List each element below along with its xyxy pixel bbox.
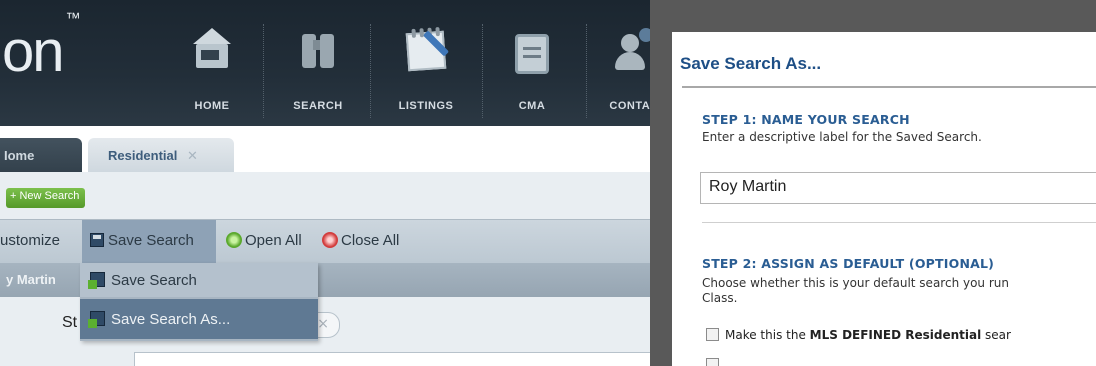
close-all-button[interactable]: Close All <box>322 232 399 249</box>
search-name-label: y Martin <box>6 272 56 287</box>
menu-item-label: Save Search <box>111 272 197 289</box>
dialog-title: Save Search As... <box>680 54 822 73</box>
app-logo[interactable]: on™ <box>2 10 81 85</box>
nav-home-label: HOME <box>194 100 230 112</box>
nav-search-label: SEARCH <box>293 100 343 112</box>
nav-listings-label: LISTINGS <box>398 100 454 112</box>
step2-description: Choose whether this is your default sear… <box>702 276 1009 305</box>
criteria-field[interactable] <box>134 352 654 366</box>
nav-separator <box>263 24 264 118</box>
save-icon <box>88 272 105 289</box>
step2-heading: STEP 2: ASSIGN AS DEFAULT (OPTIONAL) <box>702 256 995 271</box>
search-name-input[interactable]: Roy Martin <box>700 172 1096 204</box>
tab-home[interactable]: Iome <box>0 138 82 172</box>
second-checkbox-row[interactable] <box>706 358 725 366</box>
dialog-divider <box>682 86 1096 88</box>
floppy-disk-icon <box>90 233 104 247</box>
default-search-checkbox-row[interactable]: Make this the MLS DEFINED Residential se… <box>706 328 1011 342</box>
tab-home-label: Iome <box>4 148 35 163</box>
save-search-as-dialog: Save Search As... STEP 1: NAME YOUR SEAR… <box>672 32 1096 366</box>
tab-residential-label: Residential <box>108 148 178 163</box>
chip-remove-icon[interactable]: × <box>317 316 329 332</box>
nav-separator <box>370 24 371 118</box>
save-search-menu: Save Search Save Search As... <box>80 263 318 341</box>
menu-item-save-search[interactable]: Save Search <box>80 263 318 297</box>
close-all-label: Close All <box>341 232 400 249</box>
tab-residential[interactable]: Residential ✕ <box>88 138 234 172</box>
open-all-icon <box>226 232 242 248</box>
nav-listings[interactable]: LISTINGS <box>374 26 478 112</box>
save-search-label: Save Search <box>108 232 194 249</box>
step1-description: Enter a descriptive label for the Saved … <box>702 130 982 144</box>
step1-heading: STEP 1: NAME YOUR SEARCH <box>702 112 910 127</box>
save-as-icon <box>88 311 105 328</box>
logo-text: on <box>2 19 64 84</box>
new-search-button[interactable]: + New Search <box>6 188 86 208</box>
logo-trademark: ™ <box>65 9 81 27</box>
search-toolbar: ustomize Save Search Open All Close All <box>0 219 650 264</box>
open-all-label: Open All <box>245 232 302 249</box>
open-all-button[interactable]: Open All <box>226 232 302 249</box>
default-search-checkbox[interactable] <box>706 328 719 341</box>
menu-item-label: Save Search As... <box>111 311 231 328</box>
second-checkbox[interactable] <box>706 358 719 366</box>
status-field-label: St <box>62 314 78 331</box>
clipboard-icon <box>507 26 557 84</box>
nav-cma-label: CMA <box>518 100 546 112</box>
binoculars-icon <box>293 26 343 84</box>
menu-item-save-search-as[interactable]: Save Search As... <box>80 299 318 339</box>
customize-button[interactable]: ustomize <box>0 232 60 249</box>
close-all-icon <box>322 232 338 248</box>
home-icon <box>187 26 237 84</box>
tab-close-icon[interactable]: ✕ <box>187 148 198 163</box>
listings-notepad-icon <box>401 26 451 84</box>
nav-cma[interactable]: CMA <box>480 26 584 112</box>
nav-search[interactable]: SEARCH <box>266 26 370 112</box>
step-divider <box>702 222 1096 223</box>
save-search-button[interactable]: Save Search <box>82 220 216 264</box>
nav-home[interactable]: HOME <box>160 26 264 112</box>
